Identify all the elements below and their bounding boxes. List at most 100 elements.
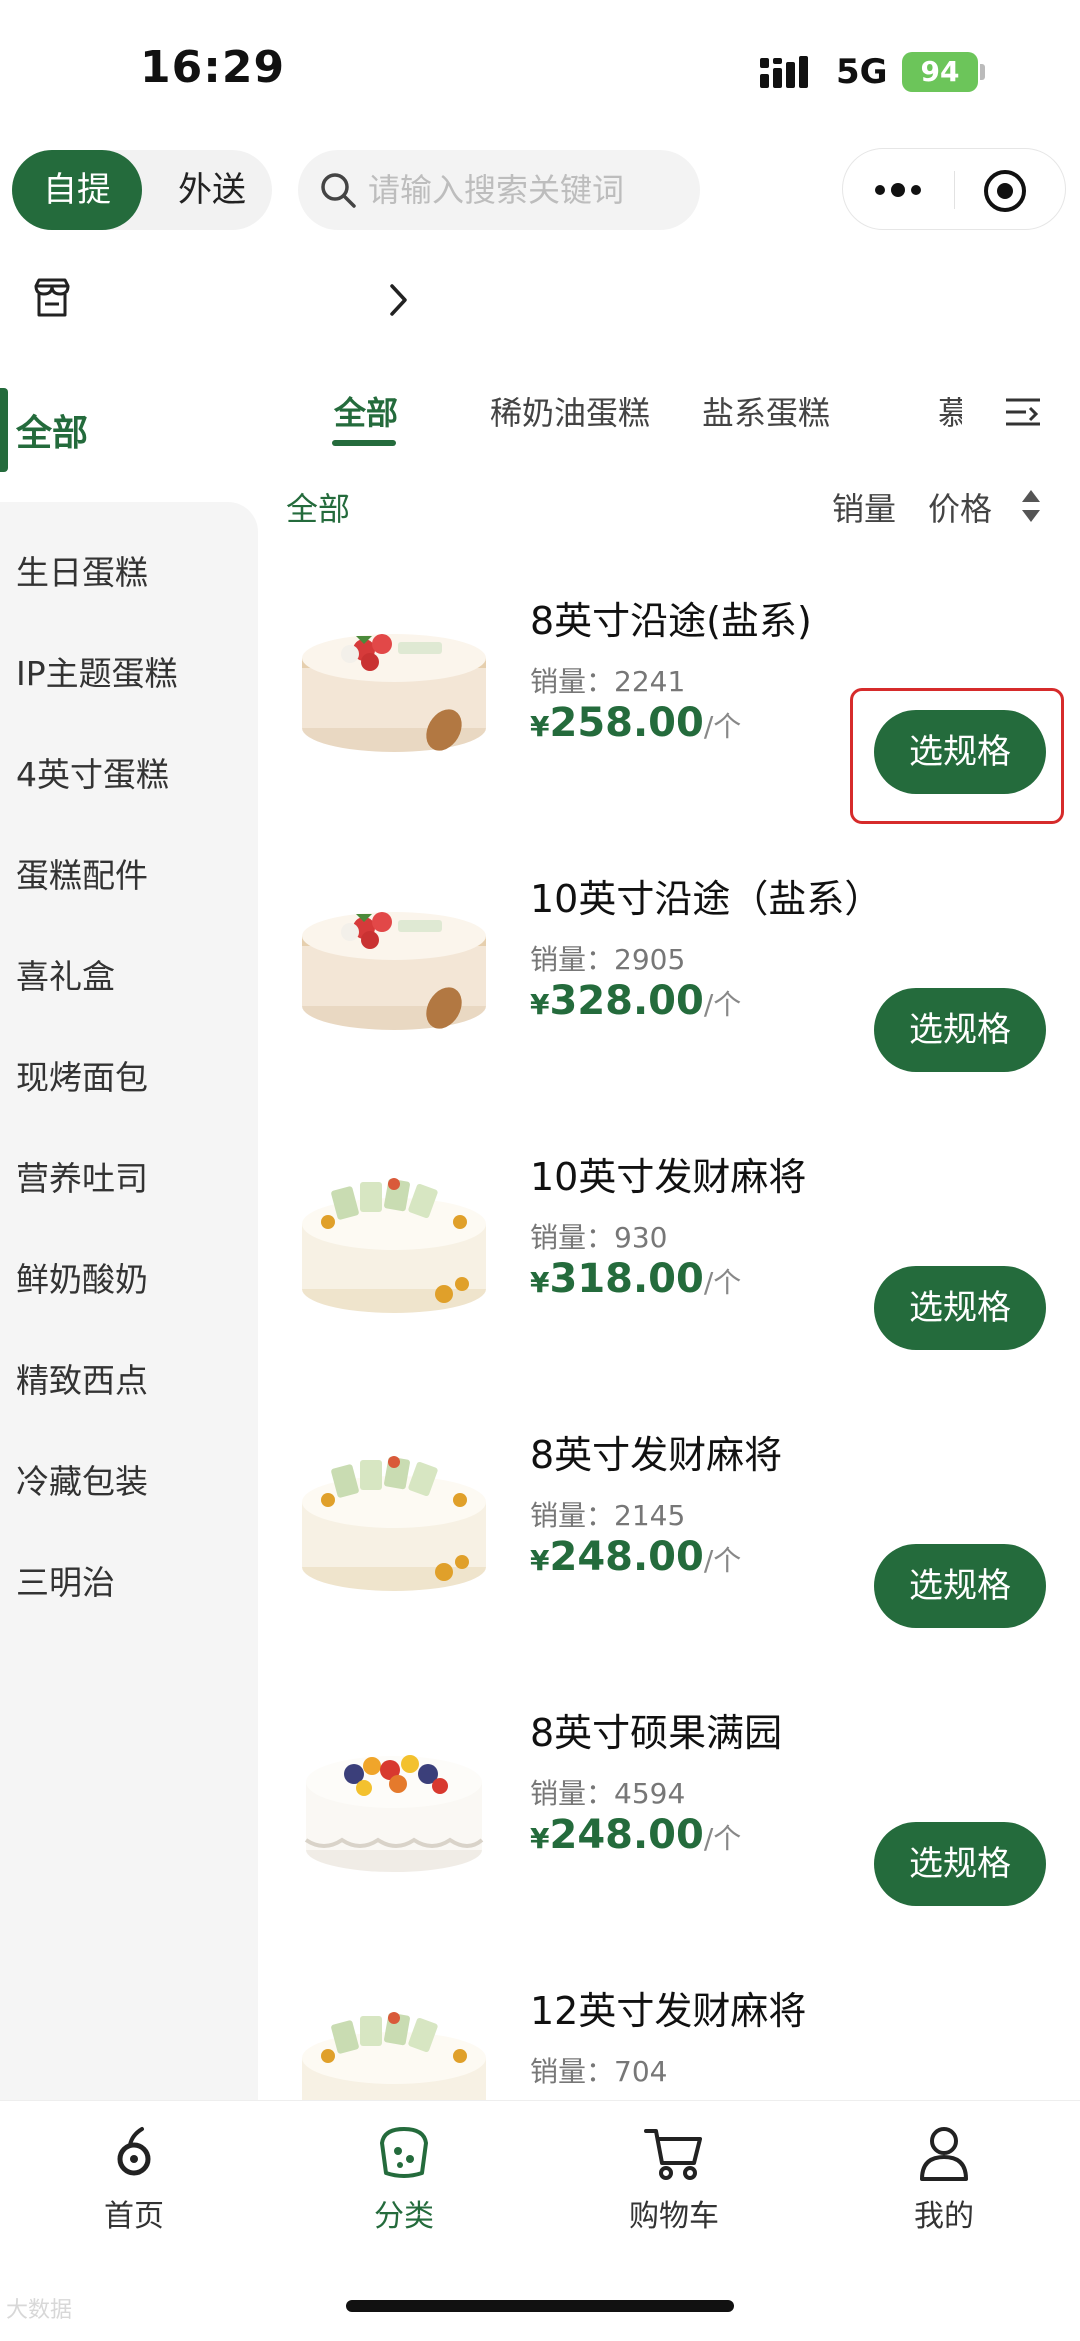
select-spec-button[interactable]: 选规格 <box>874 1544 1046 1628</box>
sidebar-item[interactable]: 现烤面包 <box>16 1051 148 1099</box>
battery-percent: 94 <box>920 55 960 88</box>
home-icon <box>117 2127 151 2176</box>
tab-cart[interactable]: 购物车 <box>574 2121 774 2251</box>
product-card[interactable]: 10英寸沿途（盐系） 销量：2905 ¥328.00/个 选规格 <box>286 838 1080 1116</box>
search-icon <box>321 173 356 208</box>
mode-pickup-button[interactable]: 自提 <box>12 150 142 230</box>
battery-cap <box>980 64 985 80</box>
product-price: ¥248.00/个 <box>530 1812 741 1858</box>
sales-count: 4594 <box>614 1777 686 1810</box>
mode-delivery-button[interactable]: 外送 <box>152 150 272 230</box>
product-price: ¥248.00/个 <box>530 1534 741 1580</box>
sidebar-active-indicator <box>0 388 8 472</box>
product-sales: 销量：4594 <box>530 1772 685 1812</box>
sidebar-item[interactable]: 喜礼盒 <box>16 950 115 998</box>
tab-all[interactable]: 全部 <box>334 388 398 434</box>
product-image-mahjong-cake <box>302 1456 486 1591</box>
tab-active-underline <box>332 440 396 446</box>
product-image-salt-cake <box>302 912 486 1030</box>
category-sidebar: 全部 生日蛋糕 IP主题蛋糕 4英寸蛋糕 蛋糕配件 喜礼盒 现烤面包 营养吐司 … <box>0 380 258 2100</box>
mini-program-capsule <box>842 148 1066 230</box>
sales-prefix: 销量： <box>530 943 615 976</box>
search-input[interactable] <box>368 150 688 230</box>
sidebar-item[interactable]: IP主题蛋糕 <box>16 647 178 695</box>
capsule-divider <box>954 171 955 209</box>
price-amount: 258.00 <box>549 700 704 746</box>
select-spec-button[interactable]: 选规格 <box>874 1266 1046 1350</box>
tab-salt-cake[interactable]: 盐系蛋糕 <box>702 388 830 434</box>
select-spec-button[interactable]: 选规格 <box>874 988 1046 1072</box>
product-card[interactable]: 8英寸沿途(盐系) 销量：2241 ¥258.00/个 选规格 <box>286 560 1080 838</box>
sort-by-sales[interactable]: 销量 <box>832 484 896 530</box>
product-image-fruit-cake <box>304 1755 484 1872</box>
tab-profile[interactable]: 我的 <box>844 2121 1044 2251</box>
profile-icon <box>920 2127 968 2181</box>
price-unit: /个 <box>703 1822 742 1855</box>
price-unit: /个 <box>703 1266 742 1299</box>
sidebar-item[interactable]: 鲜奶酸奶 <box>16 1253 148 1301</box>
store-selector[interactable] <box>0 262 1080 338</box>
product-sales: 销量：704 <box>530 2050 667 2090</box>
price-unit: /个 <box>703 988 742 1021</box>
price-amount: 328.00 <box>549 978 704 1024</box>
tab-list-menu-icon[interactable] <box>1002 392 1044 432</box>
product-name: 10英寸发财麻将 <box>530 1155 807 1199</box>
tab-label: 分类 <box>374 2199 434 2234</box>
product-card[interactable]: 8英寸硕果满园 销量：4594 ¥248.00/个 选规格 <box>286 1672 1080 1950</box>
currency-symbol: ¥ <box>530 988 550 1021</box>
product-sales: 销量：2241 <box>530 660 685 700</box>
sort-by-price[interactable]: 价格 <box>928 484 992 530</box>
signal-icon <box>760 56 808 88</box>
tab-home[interactable]: 首页 <box>34 2121 234 2251</box>
sidebar-item[interactable]: 4英寸蛋糕 <box>16 748 169 796</box>
product-image-mahjong-cake <box>302 2012 486 2100</box>
currency-symbol: ¥ <box>530 710 550 743</box>
product-sales: 销量：930 <box>530 1216 667 1256</box>
currency-symbol: ¥ <box>530 1822 550 1855</box>
home-indicator <box>346 2300 734 2312</box>
search-bar[interactable] <box>298 150 700 230</box>
price-amount: 248.00 <box>549 1534 704 1580</box>
network-type: 5G <box>836 52 888 92</box>
tab-label: 我的 <box>914 2199 974 2234</box>
sidebar-item[interactable]: 精致西点 <box>16 1354 148 1402</box>
product-card[interactable]: 10英寸发财麻将 销量：930 ¥318.00/个 选规格 <box>286 1116 1080 1394</box>
tab-category[interactable]: 分类 <box>304 2121 504 2251</box>
cart-icon <box>644 2129 702 2180</box>
delivery-mode-toggle[interactable]: 自提 外送 <box>12 150 272 230</box>
product-card[interactable]: 8英寸发财麻将 销量：2145 ¥248.00/个 选规格 <box>286 1394 1080 1672</box>
product-name: 10英寸沿途（盐系） <box>530 877 883 921</box>
product-price: ¥328.00/个 <box>530 978 741 1024</box>
tab-overflow-partial[interactable]: 慕 <box>938 388 962 432</box>
price-amount: 248.00 <box>549 1812 704 1858</box>
currency-symbol: ¥ <box>530 1266 550 1299</box>
sales-prefix: 销量： <box>530 1499 615 1532</box>
product-sales: 销量：2145 <box>530 1494 685 1534</box>
sidebar-item[interactable]: 生日蛋糕 <box>16 546 148 594</box>
sort-current-category: 全部 <box>286 490 351 528</box>
tab-cream-cake[interactable]: 稀奶油蛋糕 <box>490 388 650 434</box>
product-card[interactable]: 12英寸发财麻将 销量：704 <box>286 1950 1080 2100</box>
status-time: 16:29 <box>140 42 286 93</box>
sidebar-item-all[interactable]: 全部 <box>0 380 258 500</box>
close-mini-program-icon[interactable] <box>981 167 1029 215</box>
sidebar-item[interactable]: 三明治 <box>16 1556 115 1604</box>
sidebar-item[interactable]: 冷藏包装 <box>16 1455 148 1503</box>
sales-prefix: 销量： <box>530 1221 615 1254</box>
more-icon[interactable] <box>863 167 933 213</box>
select-spec-button[interactable]: 选规格 <box>874 1822 1046 1906</box>
price-amount: 318.00 <box>549 1256 704 1302</box>
price-unit: /个 <box>703 710 742 743</box>
sales-count: 704 <box>614 2055 668 2088</box>
product-image-salt-cake <box>302 634 486 752</box>
product-name: 8英寸发财麻将 <box>530 1433 783 1477</box>
sort-arrows-icon[interactable] <box>1020 486 1042 526</box>
sidebar-item[interactable]: 蛋糕配件 <box>16 849 148 897</box>
category-icon <box>380 2127 428 2178</box>
product-name: 8英寸硕果满园 <box>530 1711 783 1755</box>
product-price: ¥318.00/个 <box>530 1256 741 1302</box>
sidebar-item[interactable]: 营养吐司 <box>16 1152 148 1200</box>
sidebar-list: 生日蛋糕 IP主题蛋糕 4英寸蛋糕 蛋糕配件 喜礼盒 现烤面包 营养吐司 鲜奶酸… <box>0 502 258 2100</box>
select-spec-button[interactable]: 选规格 <box>874 710 1046 794</box>
price-unit: /个 <box>703 1544 742 1577</box>
